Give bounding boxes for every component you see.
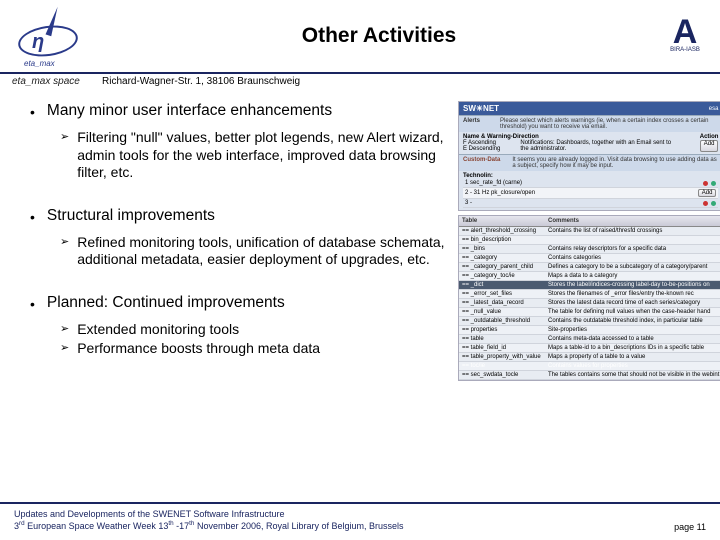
table-row: == sec_swdata_tocleThe tables contains s… bbox=[459, 371, 720, 380]
swenet-logo-text: SW☀NET bbox=[463, 104, 499, 113]
sub-bullet: ➢ Refined monitoring tools, unification … bbox=[60, 234, 448, 269]
swenet-panel: SW☀NET esa Alerts Please select which al… bbox=[458, 101, 720, 211]
custom-data-heading: Custom-Data bbox=[463, 157, 500, 169]
bullet-3: • Planned: Continued improvements ➢ Exte… bbox=[30, 293, 448, 358]
bira-logo: A BIRA-IASB bbox=[660, 8, 710, 64]
bullet-2: • Structural improvements ➢ Refined moni… bbox=[30, 206, 448, 269]
slide-title: Other Activities bbox=[98, 24, 660, 48]
table-row: == table_property_with_valueMaps a prope… bbox=[459, 353, 720, 362]
footer-line-1: Updates and Developments of the SWENET S… bbox=[14, 509, 404, 520]
arrow-icon: ➢ bbox=[60, 340, 69, 358]
sub-bullet: ➢ Filtering "null" values, better plot l… bbox=[60, 129, 448, 182]
table-row: == _error_set_filesStores the filenames … bbox=[459, 290, 720, 299]
bullet-dot-icon: • bbox=[30, 101, 35, 123]
content-area: • Many minor user interface enhancements… bbox=[0, 89, 720, 477]
table-row: == _null_valueThe table for defining nul… bbox=[459, 308, 720, 317]
table-row: == _outdatable_thresholdContains the out… bbox=[459, 317, 720, 326]
footer-line-2: 3rd European Space Weather Week 13th -17… bbox=[14, 520, 404, 532]
table-row: == _binsContains relay descriptors for a… bbox=[459, 245, 720, 254]
slide-footer: Updates and Developments of the SWENET S… bbox=[0, 502, 720, 540]
table-row: == toc/ieContains values for properties bbox=[459, 362, 720, 371]
sub-bullet: ➢ Performance boosts through meta data bbox=[60, 340, 448, 358]
arrow-icon: ➢ bbox=[60, 129, 69, 182]
col-comments: Comments bbox=[545, 216, 720, 226]
arrow-icon: ➢ bbox=[60, 234, 69, 269]
address-text: Richard-Wagner-Str. 1, 38106 Braunschwei… bbox=[102, 76, 300, 87]
logo-subtext: eta_max bbox=[24, 59, 55, 68]
bullet-dot-icon: • bbox=[30, 293, 35, 315]
table-row: == _category_toc/ieMaps a data to a cate… bbox=[459, 272, 720, 281]
etamax-logo: η eta_max bbox=[10, 6, 98, 66]
add-button[interactable]: Add bbox=[700, 140, 719, 152]
brand-text: eta_max space bbox=[12, 76, 102, 87]
table-row: == propertiesSite-properties bbox=[459, 326, 720, 335]
arrow-icon: ➢ bbox=[60, 321, 69, 339]
table-row: == _categoryContains categories bbox=[459, 254, 720, 263]
table-row: == bin_description bbox=[459, 236, 720, 245]
table-row: == _category_parent_childDefines a categ… bbox=[459, 263, 720, 272]
tables-panel: Table Comments == alert_threshold_crossi… bbox=[458, 215, 720, 381]
table-row: == alert_threshold_crossingContains the … bbox=[459, 227, 720, 236]
sub-bullet: ➢ Extended monitoring tools bbox=[60, 321, 448, 339]
alerts-heading: Alerts bbox=[463, 118, 480, 130]
table-row: == _dictStores the label/indices-crossin… bbox=[459, 281, 720, 290]
subheader: eta_max space Richard-Wagner-Str. 1, 381… bbox=[0, 74, 720, 89]
slide-header: η eta_max Other Activities A BIRA-IASB bbox=[0, 0, 720, 72]
bullet-1: • Many minor user interface enhancements… bbox=[30, 101, 448, 182]
table-row: == _latest_data_recordStores the latest … bbox=[459, 299, 720, 308]
table-row: == tableContains meta-data accessed to a… bbox=[459, 335, 720, 344]
table-row: == table_field_idMaps a table-id to a bi… bbox=[459, 344, 720, 353]
screenshot-column: SW☀NET esa Alerts Please select which al… bbox=[458, 101, 720, 477]
bullet-column: • Many minor user interface enhancements… bbox=[30, 101, 448, 477]
col-table: Table bbox=[459, 216, 545, 226]
bullet-dot-icon: • bbox=[30, 206, 35, 228]
page-number: page 11 bbox=[674, 522, 706, 532]
add-button[interactable]: Add bbox=[698, 189, 717, 197]
